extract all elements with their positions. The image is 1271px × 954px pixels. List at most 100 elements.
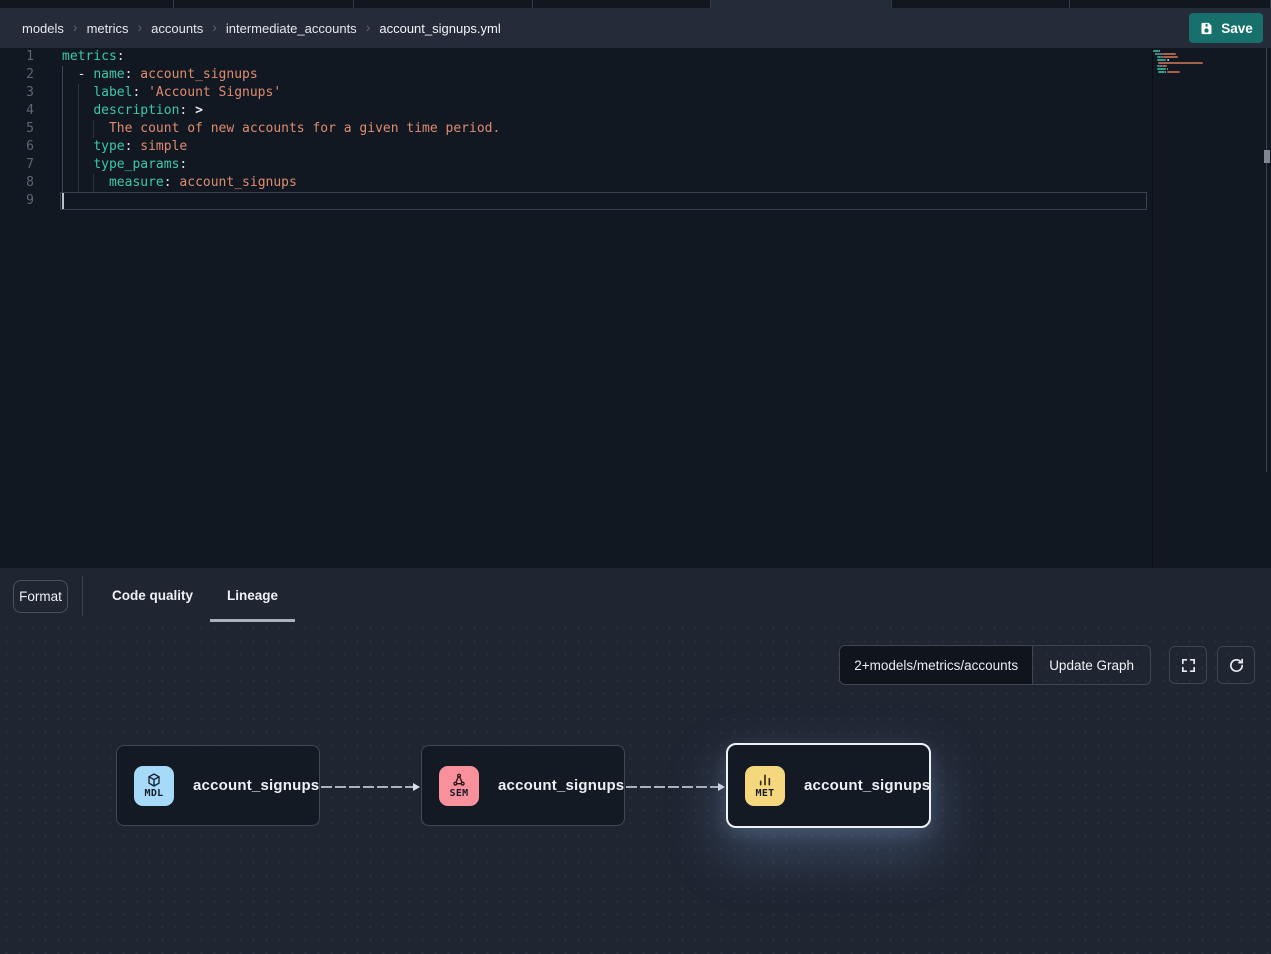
line-number: 7 — [0, 156, 34, 174]
minimap-line — [1153, 62, 1263, 64]
file-tab-stub[interactable] — [1070, 0, 1271, 8]
current-line-highlight — [60, 192, 1147, 210]
breadcrumb-item[interactable]: intermediate_accounts — [226, 21, 357, 36]
node-type-badge: MET — [745, 766, 785, 806]
save-button[interactable]: Save — [1189, 13, 1263, 43]
metric-chart-icon — [757, 772, 773, 788]
update-graph-button[interactable]: Update Graph — [1032, 646, 1150, 684]
line-number: 9 — [0, 192, 34, 210]
save-icon — [1199, 21, 1214, 36]
editor-lines: 1metrics:2 - name: account_signups3 labe… — [0, 48, 1271, 210]
line-content: type: simple — [62, 138, 187, 156]
breadcrumb-item[interactable]: accounts — [151, 21, 203, 36]
editor-line[interactable]: 1 metrics: — [0, 48, 1271, 66]
lineage-selector-group: Update Graph — [839, 645, 1151, 685]
lineage-node-sem[interactable]: SEM account_signups — [421, 745, 625, 826]
minimap-divider — [1152, 48, 1153, 568]
line-content: measure: account_signups — [62, 174, 297, 192]
scrollbar-thumb[interactable] — [1264, 150, 1270, 163]
node-name-label: account_signups — [193, 777, 319, 794]
panel-divider — [82, 576, 83, 616]
file-tab-stub[interactable] — [174, 0, 354, 8]
editor-line[interactable]: 6 type: simple — [0, 138, 1271, 156]
node-type-label: MET — [756, 789, 775, 799]
fullscreen-icon — [1180, 657, 1197, 674]
breadcrumb-item[interactable]: models — [22, 21, 64, 36]
breadcrumb-separator-icon: › — [137, 19, 142, 35]
line-content: metrics: — [62, 48, 125, 66]
lineage-canvas[interactable]: Update Graph MDL account_signups SEM accoun… — [0, 622, 1271, 954]
node-type-label: MDL — [145, 789, 164, 799]
breadcrumb: models › metrics › accounts › intermediate_acc… — [22, 20, 501, 36]
refresh-button[interactable] — [1217, 646, 1255, 684]
code-editor[interactable]: 1metrics:2 - name: account_signups3 labe… — [0, 48, 1271, 568]
minimap-line — [1153, 59, 1263, 61]
minimap-line — [1153, 56, 1263, 58]
semantic-model-icon — [451, 772, 467, 788]
editor-line[interactable]: 4 description: > — [0, 102, 1271, 120]
breadcrumb-item[interactable]: metrics — [87, 21, 129, 36]
minimap-line — [1153, 53, 1263, 55]
file-tab-stub[interactable] — [354, 0, 533, 8]
breadcrumb-separator-icon: › — [212, 19, 217, 35]
node-type-label: SEM — [450, 789, 469, 799]
refresh-icon — [1228, 657, 1245, 674]
line-content: - name: account_signups — [62, 66, 258, 84]
lineage-node-met[interactable]: MET account_signups — [726, 743, 931, 828]
line-number: 3 — [0, 84, 34, 102]
line-number: 4 — [0, 102, 34, 120]
minimap-line — [1153, 50, 1263, 52]
lineage-edge — [625, 780, 726, 798]
line-number: 6 — [0, 138, 34, 156]
file-tab-stub[interactable] — [533, 0, 711, 8]
text-cursor — [62, 193, 64, 209]
indent-guide — [93, 120, 94, 138]
lineage-node-mdl[interactable]: MDL account_signups — [116, 745, 320, 826]
editor-line[interactable]: 5 The count of new accounts for a given … — [0, 120, 1271, 138]
editor-line[interactable]: 3 label: 'Account Signups' — [0, 84, 1271, 102]
breadcrumb-separator-icon: › — [73, 19, 78, 35]
editor-tab-strip — [0, 0, 1271, 8]
editor-line[interactable]: 8 measure: account_signups — [0, 174, 1271, 192]
breadcrumb-item[interactable]: account_signups.yml — [379, 21, 500, 36]
node-type-badge: SEM — [439, 766, 479, 806]
breadcrumb-bar: models › metrics › accounts › intermediate_acc… — [0, 8, 1271, 48]
file-tab-stub[interactable] — [892, 0, 1070, 8]
bottom-panel: Format Code qualityLineage Update Graph — [0, 568, 1271, 954]
fullscreen-button[interactable] — [1169, 646, 1207, 684]
minimap-line — [1153, 68, 1263, 70]
line-number: 8 — [0, 174, 34, 192]
format-button[interactable]: Format — [13, 580, 68, 613]
indent-guide — [62, 66, 63, 192]
line-content: The count of new accounts for a given ti… — [62, 120, 500, 138]
lineage-edge — [320, 780, 421, 798]
scrollbar-track — [1266, 48, 1267, 472]
breadcrumb-separator-icon: › — [366, 19, 371, 35]
line-content: description: > — [62, 102, 203, 120]
line-number: 2 — [0, 66, 34, 84]
line-number: 5 — [0, 120, 34, 138]
ide-root: models › metrics › accounts › intermediate_acc… — [0, 0, 1271, 954]
editor-line[interactable]: 7 type_params: — [0, 156, 1271, 174]
node-type-badge: MDL — [134, 766, 174, 806]
panel-tab-code-quality[interactable]: Code quality — [95, 568, 210, 622]
line-content: type_params: — [62, 156, 187, 174]
minimap[interactable] — [1153, 50, 1263, 77]
file-tab-stub[interactable] — [0, 0, 174, 8]
lineage-selector-input[interactable] — [840, 646, 1032, 684]
minimap-line — [1153, 71, 1263, 73]
indent-guide — [78, 84, 79, 192]
panel-tab-lineage[interactable]: Lineage — [210, 568, 295, 622]
node-name-label: account_signups — [804, 777, 930, 794]
minimap-line — [1153, 74, 1263, 76]
line-content: label: 'Account Signups' — [62, 84, 281, 102]
node-name-label: account_signups — [498, 777, 624, 794]
save-button-label: Save — [1221, 21, 1253, 36]
minimap-line — [1153, 65, 1263, 67]
model-cube-icon — [146, 772, 162, 788]
indent-guide — [93, 174, 94, 192]
panel-tabs: Code qualityLineage — [95, 568, 295, 622]
line-number: 1 — [0, 48, 34, 66]
editor-line[interactable]: 2 - name: account_signups — [0, 66, 1271, 84]
file-tab-stub[interactable] — [711, 0, 892, 8]
